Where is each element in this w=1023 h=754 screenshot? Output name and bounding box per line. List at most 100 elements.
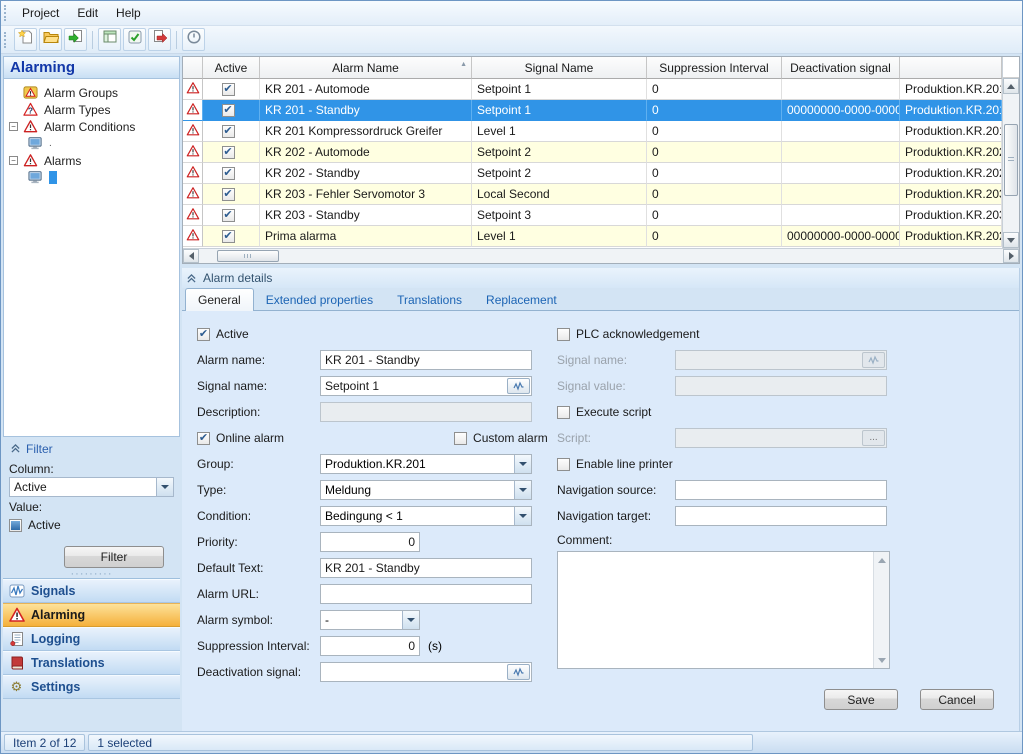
import-button[interactable] <box>64 28 87 51</box>
chevron-down-icon[interactable] <box>514 481 531 499</box>
row-active-checkbox[interactable] <box>222 167 235 180</box>
alarm-details-caption[interactable]: Alarm details <box>182 268 1019 288</box>
grid-hscroll-thumb[interactable] <box>217 250 279 262</box>
row-deactivation-cell[interactable]: 00000000-0000-0000 <box>782 226 900 247</box>
column-header-alarm-name[interactable]: Alarm Name▲ <box>260 57 472 79</box>
default-text-input[interactable] <box>320 558 532 578</box>
row-active-cell[interactable] <box>203 100 260 121</box>
tab-replacement[interactable]: Replacement <box>474 289 569 310</box>
row-group-cell[interactable]: Produktion.KR.202 <box>900 226 1002 247</box>
row-alarm-name-cell[interactable]: KR 201 - Automode <box>260 79 472 100</box>
row-suppression-cell[interactable]: 0 <box>647 100 782 121</box>
row-deactivation-cell[interactable] <box>782 184 900 205</box>
row-active-cell[interactable] <box>203 184 260 205</box>
row-group-cell[interactable]: Produktion.KR.201 <box>900 79 1002 100</box>
row-deactivation-cell[interactable] <box>782 163 900 184</box>
table-row[interactable]: KR 202 - StandbySetpoint 20Produktion.KR… <box>183 163 1002 184</box>
chevron-down-icon[interactable] <box>514 507 531 525</box>
row-alarm-name-cell[interactable]: KR 202 - Automode <box>260 142 472 163</box>
tree-item-alarm-conditions[interactable]: −Alarm Conditions <box>4 118 179 135</box>
table-row[interactable]: Prima alarmaLevel 1000000000-0000-0000Pr… <box>183 226 1002 247</box>
row-active-cell[interactable] <box>203 121 260 142</box>
row-suppression-cell[interactable]: 0 <box>647 142 782 163</box>
filter-column-select[interactable]: Active <box>9 477 174 497</box>
row-alarm-name-cell[interactable]: KR 203 - Fehler Servomotor 3 <box>260 184 472 205</box>
row-alarm-name-cell[interactable]: KR 202 - Standby <box>260 163 472 184</box>
menu-project[interactable]: Project <box>13 3 68 23</box>
row-deactivation-cell[interactable] <box>782 79 900 100</box>
comment-scrollbar[interactable] <box>873 552 889 668</box>
alarm-symbol-select[interactable]: - <box>320 610 420 630</box>
row-signal-name-cell[interactable]: Setpoint 1 <box>472 79 647 100</box>
scroll-left-icon[interactable] <box>183 249 199 263</box>
open-project-button[interactable] <box>39 28 62 51</box>
row-group-cell[interactable]: Produktion.KR.202 <box>900 163 1002 184</box>
nav-item-settings[interactable]: ⚙Settings <box>3 675 180 699</box>
column-header-signal-name[interactable]: Signal Name <box>472 57 647 79</box>
row-deactivation-cell[interactable] <box>782 205 900 226</box>
filter-button[interactable]: Filter <box>64 546 164 568</box>
table-row[interactable]: KR 203 - Fehler Servomotor 3Local Second… <box>183 184 1002 205</box>
tree-item-alarm-node[interactable]: . <box>4 135 179 152</box>
nav-item-logging[interactable]: Logging <box>3 627 180 651</box>
group-select[interactable]: Produktion.KR.201 <box>320 454 532 474</box>
tree-item-alarms[interactable]: −Alarms <box>4 152 179 169</box>
row-alarm-name-cell[interactable]: Prima alarma <box>260 226 472 247</box>
collapse-toggle[interactable]: − <box>9 156 18 165</box>
row-suppression-cell[interactable]: 0 <box>647 184 782 205</box>
tab-general[interactable]: General <box>185 288 254 311</box>
table-row[interactable]: KR 202 - AutomodeSetpoint 20 Produktion.K… <box>183 142 1002 163</box>
row-active-checkbox[interactable] <box>222 209 235 222</box>
signal-browse-button[interactable] <box>507 664 530 680</box>
filter-active-checkbox[interactable] <box>9 519 22 532</box>
row-signal-name-cell[interactable]: Local Second <box>472 184 647 205</box>
navigation-target-input[interactable] <box>675 506 887 526</box>
row-deactivation-cell[interactable] <box>782 142 900 163</box>
row-active-checkbox[interactable] <box>222 230 235 243</box>
suppression-interval-input[interactable] <box>320 636 420 656</box>
tree-item-alarm-node[interactable] <box>4 169 179 186</box>
tab-extended-properties[interactable]: Extended properties <box>254 289 385 310</box>
export-button[interactable] <box>148 28 171 51</box>
online-alarm-checkbox[interactable] <box>197 432 210 445</box>
priority-input[interactable] <box>320 532 420 552</box>
row-active-checkbox[interactable] <box>222 125 235 138</box>
active-checkbox[interactable] <box>197 328 210 341</box>
menu-edit[interactable]: Edit <box>68 3 107 23</box>
signal-browse-button[interactable] <box>507 378 530 394</box>
menu-help[interactable]: Help <box>107 3 150 23</box>
table-row[interactable]: KR 201 - AutomodeSetpoint 10 Produktion.K… <box>183 79 1002 100</box>
save-button[interactable]: Save <box>824 689 898 710</box>
chevron-down-icon[interactable] <box>402 611 419 629</box>
row-active-checkbox[interactable] <box>222 104 235 117</box>
tree-item-alarm-groups[interactable]: Alarm Groups <box>4 84 179 101</box>
row-suppression-cell[interactable]: 0 <box>647 226 782 247</box>
row-signal-name-cell[interactable]: Setpoint 2 <box>472 142 647 163</box>
nav-item-translations[interactable]: Translations <box>3 651 180 675</box>
nav-item-signals[interactable]: Signals <box>3 579 180 603</box>
row-active-cell[interactable] <box>203 79 260 100</box>
row-active-cell[interactable] <box>203 226 260 247</box>
nav-item-alarming[interactable]: Alarming <box>3 603 180 627</box>
row-suppression-cell[interactable]: 0 <box>647 79 782 100</box>
sidebar-splitter[interactable] <box>3 569 180 578</box>
row-group-cell[interactable]: Produktion.KR.203 <box>900 184 1002 205</box>
table-row[interactable]: KR 201 Kompressordruck GreiferLevel 10Pr… <box>183 121 1002 142</box>
row-signal-name-cell[interactable]: Setpoint 2 <box>472 163 647 184</box>
scroll-up-icon[interactable] <box>874 552 889 568</box>
execute-script-checkbox[interactable] <box>557 406 570 419</box>
row-active-checkbox[interactable] <box>222 188 235 201</box>
scroll-down-icon[interactable] <box>1003 232 1019 248</box>
row-alarm-name-cell[interactable]: KR 203 - Standby <box>260 205 472 226</box>
tab-translations[interactable]: Translations <box>385 289 474 310</box>
row-signal-name-cell[interactable]: Setpoint 3 <box>472 205 647 226</box>
deactivation-signal-input[interactable] <box>320 662 532 682</box>
row-group-cell[interactable]: Produktion.KR.202 <box>900 142 1002 163</box>
row-alarm-name-cell[interactable]: KR 201 - Standby <box>260 100 472 121</box>
grid-vertical-scrollbar[interactable] <box>1002 57 1019 248</box>
enable-line-printer-checkbox[interactable] <box>557 458 570 471</box>
chevron-down-icon[interactable] <box>156 478 173 496</box>
validate-button[interactable] <box>123 28 146 51</box>
row-active-cell[interactable] <box>203 163 260 184</box>
comment-textarea[interactable] <box>557 551 890 669</box>
